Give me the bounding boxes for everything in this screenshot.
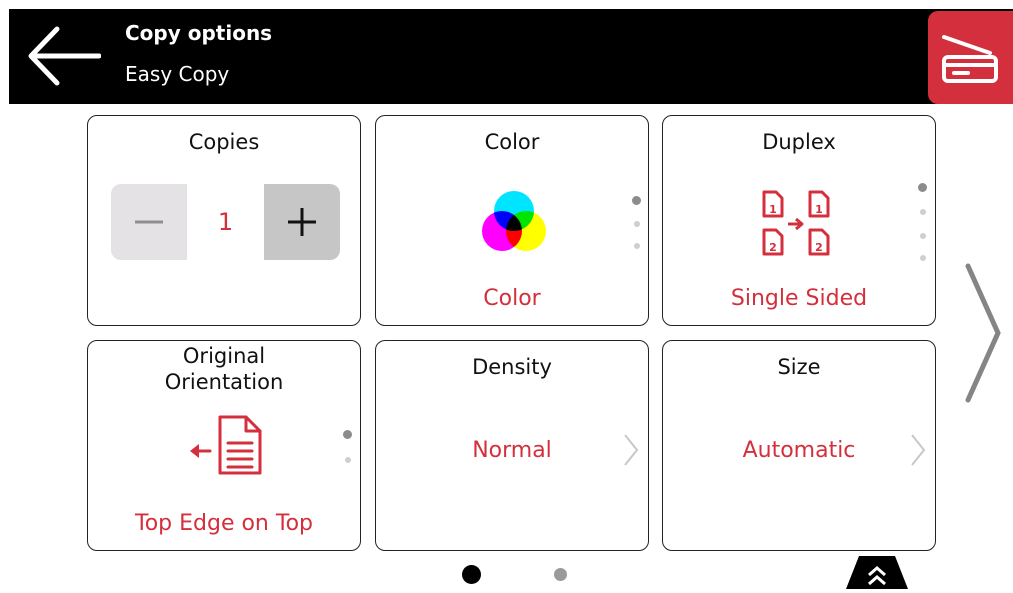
page-subtitle: Easy Copy — [125, 62, 230, 86]
scanner-icon — [942, 35, 998, 83]
tile-duplex[interactable]: Duplex 1 1 2 2 Single Sided — [662, 115, 936, 326]
tile-duplex-title: Duplex — [762, 130, 836, 154]
increment-button[interactable] — [264, 184, 340, 260]
copies-count[interactable]: 1 — [187, 184, 264, 260]
scan-start-button[interactable] — [928, 11, 1013, 104]
tile-color-title: Color — [484, 130, 540, 154]
color-cmy-icon — [482, 191, 546, 251]
page-indicator-2[interactable] — [554, 568, 567, 581]
page-indicator-1[interactable] — [462, 565, 481, 584]
collapse-panel-button[interactable] — [846, 556, 908, 589]
tile-color[interactable]: Color Color — [375, 115, 649, 326]
copies-stepper: 1 — [111, 184, 340, 260]
page-title: Copy options — [125, 21, 273, 45]
option-indicator-dot — [345, 457, 351, 463]
svg-text:2: 2 — [815, 241, 823, 254]
tile-original-orientation[interactable]: Original Orientation Top Edge on Top — [87, 340, 361, 551]
svg-text:1: 1 — [769, 203, 777, 216]
next-page-button[interactable] — [962, 262, 1004, 408]
double-chevron-up-icon — [846, 556, 908, 589]
plus-icon — [288, 208, 316, 236]
option-indicator-dot — [920, 209, 926, 215]
tile-copies-title: Copies — [188, 130, 260, 154]
svg-text:1: 1 — [815, 203, 823, 216]
chevron-right-icon — [911, 434, 926, 466]
orientation-icon — [190, 415, 262, 475]
arrow-left-icon — [28, 26, 102, 86]
option-indicator-dot — [634, 221, 640, 227]
tile-copies: Copies 1 — [87, 115, 361, 326]
tile-size[interactable]: Size Automatic — [662, 340, 936, 551]
option-indicator-dot — [343, 430, 352, 439]
header-bar: Copy options Easy Copy — [9, 9, 1013, 104]
tile-duplex-value: Single Sided — [730, 286, 868, 311]
option-indicator-dot — [920, 233, 926, 239]
tile-orientation-title-line1: Original — [182, 344, 266, 368]
duplex-icon: 1 1 2 2 — [762, 190, 830, 256]
option-indicator-dot — [920, 255, 926, 261]
tile-density[interactable]: Density Normal — [375, 340, 649, 551]
option-indicator-dot — [632, 196, 641, 205]
minus-icon — [135, 220, 163, 224]
back-button[interactable] — [23, 23, 102, 89]
decrement-button[interactable] — [111, 184, 187, 260]
chevron-right-icon — [624, 434, 639, 466]
svg-text:2: 2 — [769, 241, 777, 254]
tile-density-title: Density — [472, 355, 552, 379]
option-indicator-dot — [918, 183, 927, 192]
tile-size-value: Automatic — [742, 438, 856, 463]
tile-color-value: Color — [483, 286, 541, 311]
option-indicator-dot — [634, 243, 640, 249]
tile-size-title: Size — [777, 355, 821, 379]
chevron-right-icon — [965, 263, 1001, 403]
tile-density-value: Normal — [472, 438, 552, 463]
tile-orientation-title-line2: Orientation — [164, 370, 284, 394]
tile-orientation-value: Top Edge on Top — [135, 511, 313, 536]
